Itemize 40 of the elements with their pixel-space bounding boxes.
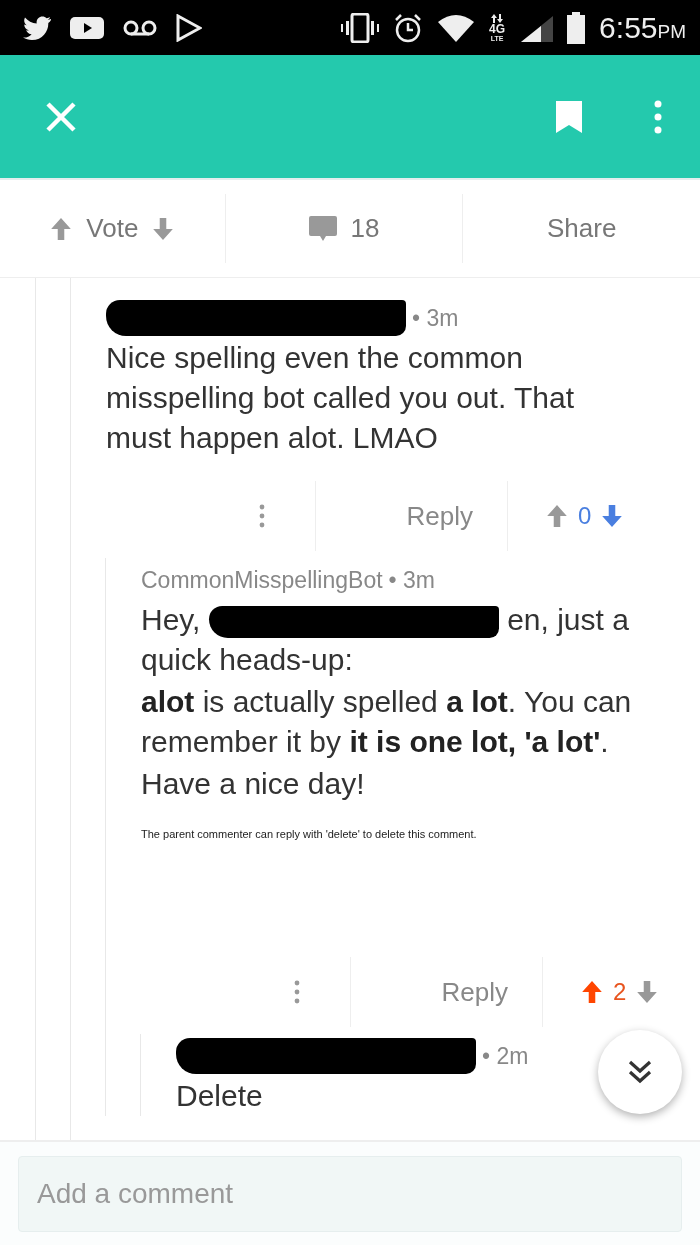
clock-time: 6:55PM bbox=[599, 10, 686, 45]
vote-score: 2 bbox=[613, 978, 627, 1006]
share-button[interactable]: Share bbox=[463, 194, 700, 263]
comment-author[interactable]: CommonMisspellingBot bbox=[141, 566, 383, 594]
downvote-icon[interactable] bbox=[152, 216, 175, 241]
vote-label: Vote bbox=[86, 213, 139, 244]
upvote-icon[interactable] bbox=[50, 216, 73, 241]
bot-footnote: The parent commenter can reply with 'delete' to delete this comment. bbox=[141, 828, 478, 840]
upvote-icon[interactable] bbox=[546, 504, 568, 528]
reply-button[interactable]: Reply bbox=[316, 481, 508, 551]
reply-button[interactable]: Reply bbox=[351, 957, 543, 1027]
comment-time: • 3m bbox=[388, 566, 435, 594]
bird-icon bbox=[22, 14, 52, 41]
comment-input[interactable]: Add a comment bbox=[18, 1155, 682, 1232]
comment-text: alot is actually spelled a lot. You can remember it by it is one lot, 'a lot'. bbox=[141, 684, 633, 760]
close-icon[interactable] bbox=[44, 99, 78, 134]
signal-icon bbox=[519, 13, 554, 42]
comment-time: • 2m bbox=[482, 1042, 529, 1070]
comments-button[interactable]: 18 bbox=[225, 194, 464, 263]
more-options-icon[interactable] bbox=[654, 99, 662, 134]
battery-icon bbox=[567, 11, 586, 44]
comment-text: Hey, bbox=[141, 603, 201, 636]
comment-icon bbox=[308, 215, 337, 242]
store-icon bbox=[176, 13, 202, 42]
bookmark-icon[interactable] bbox=[556, 100, 582, 133]
comment-text: Have a nice day! bbox=[141, 766, 366, 802]
play-icon bbox=[70, 15, 104, 40]
comment-text: Nice spelling even the common misspelling bot called you out. That must happen alot. LMAO bbox=[106, 340, 576, 456]
upvote-icon[interactable] bbox=[581, 980, 603, 1004]
comment-text: en, just a bbox=[507, 603, 629, 636]
vote-score: 0 bbox=[578, 502, 592, 530]
comment-text: quick heads-up: bbox=[141, 642, 354, 678]
wifi-icon bbox=[437, 12, 476, 43]
scroll-down-button[interactable] bbox=[598, 1030, 682, 1114]
downvote-icon[interactable] bbox=[636, 980, 659, 1004]
double-chevron-icon bbox=[627, 1059, 653, 1085]
comment-time: • 3m bbox=[412, 304, 459, 332]
vibrate-icon bbox=[341, 12, 380, 43]
comment-text: Delete bbox=[176, 1078, 263, 1114]
downvote-icon[interactable] bbox=[601, 504, 624, 528]
